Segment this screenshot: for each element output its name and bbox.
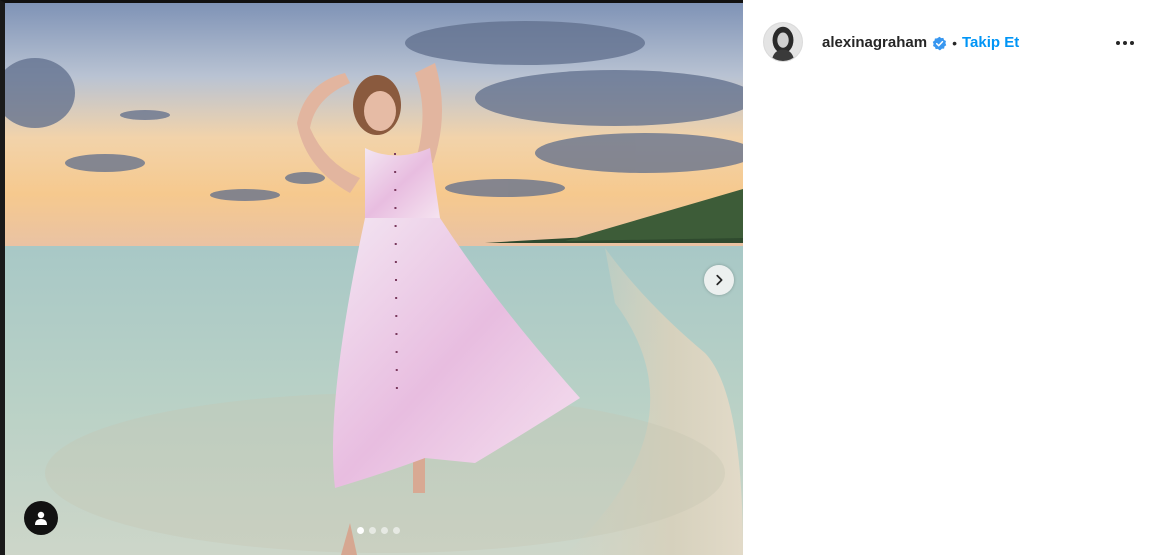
follow-button[interactable]: Takip Et bbox=[962, 34, 1019, 52]
carousel-dot bbox=[381, 527, 388, 534]
header-name-row: alexinagraham • Takip Et bbox=[822, 34, 1019, 52]
more-options-icon bbox=[1130, 41, 1134, 45]
next-slide-button[interactable] bbox=[704, 265, 734, 295]
chevron-right-icon bbox=[716, 274, 723, 286]
avatar[interactable] bbox=[763, 22, 803, 62]
more-options-icon bbox=[1116, 41, 1120, 45]
carousel-dot bbox=[393, 527, 400, 534]
carousel-indicator bbox=[357, 527, 400, 534]
more-options-button[interactable] bbox=[1113, 33, 1137, 53]
post-sidebar: alexinagraham • Takip Et bbox=[743, 0, 1155, 555]
verified-badge-icon bbox=[932, 36, 947, 50]
profile-photo bbox=[764, 23, 802, 61]
post-header: alexinagraham • Takip Et bbox=[743, 0, 1155, 86]
post-photo bbox=[5, 3, 743, 555]
post-modal: alexinagraham • Takip Et bbox=[0, 0, 1155, 555]
post-media bbox=[0, 0, 743, 555]
username-link[interactable]: alexinagraham bbox=[822, 34, 927, 52]
carousel-dot bbox=[369, 527, 376, 534]
separator-dot: • bbox=[952, 35, 957, 51]
more-options-icon bbox=[1123, 41, 1127, 45]
tagged-users-button[interactable] bbox=[24, 501, 58, 535]
user-tag-icon bbox=[35, 511, 47, 525]
carousel-dot bbox=[357, 527, 364, 534]
